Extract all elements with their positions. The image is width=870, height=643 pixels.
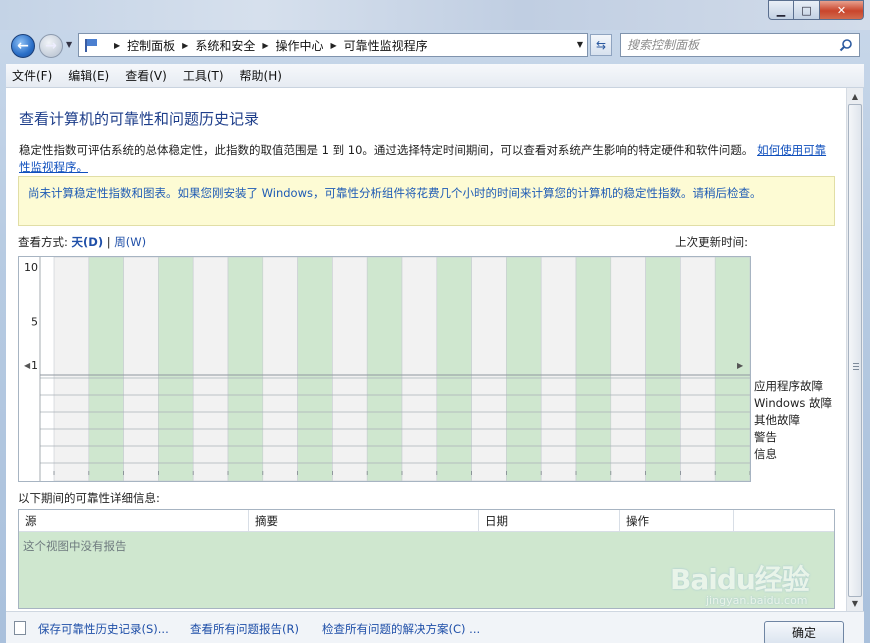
breadcrumb: ▶ 控制面板 ▶ 系统和安全 ▶ 操作中心 ▶ 可靠性监视程序 — [107, 37, 428, 54]
search-box — [620, 33, 860, 57]
chart-scroll-right-icon[interactable]: ▶ — [737, 361, 743, 370]
scroll-down-icon[interactable]: ▼ — [847, 595, 863, 611]
view-all-reports-link[interactable]: 查看所有问题报告(R) — [190, 621, 299, 637]
menu-edit[interactable]: 编辑(E) — [68, 67, 109, 84]
refresh-button[interactable]: ⇆ — [590, 34, 612, 56]
forward-button[interactable]: → — [39, 34, 63, 58]
breadcrumb-reliability-monitor[interactable]: 可靠性监视程序 — [344, 37, 428, 54]
chevron-right-icon[interactable]: ▶ — [331, 41, 337, 50]
chart-day-column[interactable] — [53, 256, 90, 482]
chart-y-tick-label: 10 — [24, 261, 38, 274]
grip-icon — [853, 363, 859, 371]
save-history-link[interactable]: 保存可靠性历史记录(S)... — [38, 621, 169, 637]
chart-day-column[interactable] — [610, 256, 646, 482]
menu-bar: 文件(F) 编辑(E) 查看(V) 工具(T) 帮助(H) — [6, 64, 864, 88]
legend-windows-failures: Windows 故障 — [754, 396, 832, 410]
column-source[interactable]: 源 — [19, 510, 249, 531]
chart-day-column[interactable] — [88, 256, 124, 482]
view-by-day[interactable]: 天(D) — [72, 235, 104, 249]
breadcrumb-control-panel[interactable]: 控制面板 — [127, 37, 175, 54]
address-bar[interactable]: ▶ 控制面板 ▶ 系统和安全 ▶ 操作中心 ▶ 可靠性监视程序 ▼ — [78, 33, 588, 57]
chevron-right-icon[interactable]: ▶ — [262, 41, 268, 50]
chart-day-column[interactable] — [158, 256, 194, 482]
save-document-icon — [14, 621, 26, 635]
chart-day-column[interactable] — [297, 256, 333, 482]
chart-day-column[interactable] — [123, 256, 159, 482]
last-updated-label: 上次更新时间: — [675, 235, 748, 249]
menu-tools[interactable]: 工具(T) — [183, 67, 224, 84]
chart-day-column[interactable] — [471, 256, 507, 482]
chart-scroll-left-icon[interactable]: ◀ — [24, 361, 30, 370]
legend-warnings: 警告 — [754, 430, 777, 444]
chart-day-column[interactable] — [506, 256, 542, 482]
navigation-bar: ← → ▼ ▶ 控制面板 ▶ 系统和安全 ▶ 操作中心 ▶ 可靠性监视程序 ▼ … — [0, 30, 870, 60]
description-text: 稳定性指数可评估系统的总体稳定性，此指数的取值范围是 1 到 10。通过选择特定… — [19, 143, 754, 157]
search-icon[interactable] — [839, 38, 853, 52]
vertical-scrollbar[interactable]: ▲ ▼ — [846, 88, 863, 611]
chart-day-column[interactable] — [540, 256, 577, 482]
scrollbar-thumb[interactable] — [848, 104, 862, 597]
window-frame: ▁ □ ✕ ← → ▼ ▶ 控制面板 ▶ 系统和安全 ▶ 操作中心 ▶ 可靠性监… — [0, 0, 870, 643]
chart-day-column[interactable] — [366, 256, 403, 482]
maximize-button[interactable]: □ — [794, 0, 820, 20]
title-bar[interactable] — [0, 0, 870, 30]
details-table-header: 源 摘要 日期 操作 — [19, 510, 834, 532]
details-label: 以下期间的可靠性详细信息: — [18, 491, 160, 505]
view-by: 查看方式: 天(D) | 周(W) — [18, 234, 146, 250]
chart-day-column[interactable] — [575, 256, 612, 482]
description: 稳定性指数可评估系统的总体稳定性，此指数的取值范围是 1 到 10。通过选择特定… — [19, 142, 835, 176]
chart-day-column[interactable] — [332, 256, 368, 482]
column-action[interactable]: 操作 — [620, 510, 734, 531]
action-center-flag-icon — [83, 38, 99, 52]
reliability-chart-svg: 10 5 1 — [19, 256, 751, 482]
chart-day-column[interactable] — [714, 256, 751, 482]
bottom-bar: 保存可靠性历史记录(S)... 查看所有问题报告(R) 检查所有问题的解决方案(… — [6, 611, 864, 643]
chart-row-legend: 应用程序故障 Windows 故障 其他故障 警告 信息 — [754, 378, 832, 463]
notice-banner: 尚未计算稳定性指数和图表。如果您刚安装了 Windows，可靠性分析组件将花费几… — [18, 176, 835, 226]
menu-help[interactable]: 帮助(H) — [240, 67, 282, 84]
content-pane: 查看计算机的可靠性和问题历史记录 稳定性指数可评估系统的总体稳定性，此指数的取值… — [6, 88, 846, 611]
empty-message: 这个视图中没有报告 — [23, 539, 127, 553]
scroll-up-icon[interactable]: ▲ — [847, 88, 863, 104]
back-button[interactable]: ← — [11, 34, 35, 58]
column-summary[interactable]: 摘要 — [249, 510, 479, 531]
view-separator: | — [106, 235, 111, 249]
legend-app-failures: 应用程序故障 — [754, 379, 823, 393]
minimize-button[interactable]: ▁ — [768, 0, 794, 20]
recent-pages-dropdown[interactable]: ▼ — [66, 40, 72, 49]
chart-day-column[interactable] — [262, 256, 298, 482]
chevron-right-icon[interactable]: ▶ — [182, 41, 188, 50]
window-controls: ▁ □ ✕ — [768, 0, 864, 20]
address-dropdown-icon[interactable]: ▼ — [577, 40, 583, 49]
menu-view[interactable]: 查看(V) — [125, 67, 167, 84]
chart-day-column[interactable] — [401, 256, 438, 482]
legend-information: 信息 — [754, 447, 777, 461]
breadcrumb-system-security[interactable]: 系统和安全 — [195, 37, 255, 54]
legend-misc-failures: 其他故障 — [754, 413, 800, 427]
chart-y-tick-label: 5 — [31, 315, 38, 328]
refresh-icon: ⇆ — [595, 38, 607, 52]
menu-file[interactable]: 文件(F) — [12, 67, 52, 84]
reliability-chart[interactable]: 10 5 1 — [18, 256, 751, 482]
chart-day-column[interactable] — [645, 256, 681, 482]
check-solutions-link[interactable]: 检查所有问题的解决方案(C) ... — [322, 621, 480, 637]
search-input[interactable] — [627, 38, 827, 52]
chart-day-column[interactable] — [227, 256, 264, 482]
page-title: 查看计算机的可靠性和问题历史记录 — [19, 110, 260, 128]
chevron-right-icon[interactable]: ▶ — [114, 41, 120, 50]
arrow-right-icon: → — [45, 38, 57, 54]
view-by-week[interactable]: 周(W) — [114, 235, 146, 249]
column-date[interactable]: 日期 — [479, 510, 620, 531]
breadcrumb-action-center[interactable]: 操作中心 — [276, 37, 324, 54]
chart-day-column[interactable] — [192, 256, 229, 482]
chart-day-column[interactable] — [680, 256, 716, 482]
close-button[interactable]: ✕ — [820, 0, 864, 20]
ok-button[interactable]: 确定 — [764, 621, 844, 643]
details-table: 源 摘要 日期 操作 这个视图中没有报告 — [18, 509, 835, 609]
chart-day-column[interactable] — [436, 256, 472, 482]
view-by-label: 查看方式: — [18, 235, 68, 249]
arrow-left-icon: ← — [17, 38, 29, 54]
chart-y-tick-label: 1 — [31, 359, 38, 372]
